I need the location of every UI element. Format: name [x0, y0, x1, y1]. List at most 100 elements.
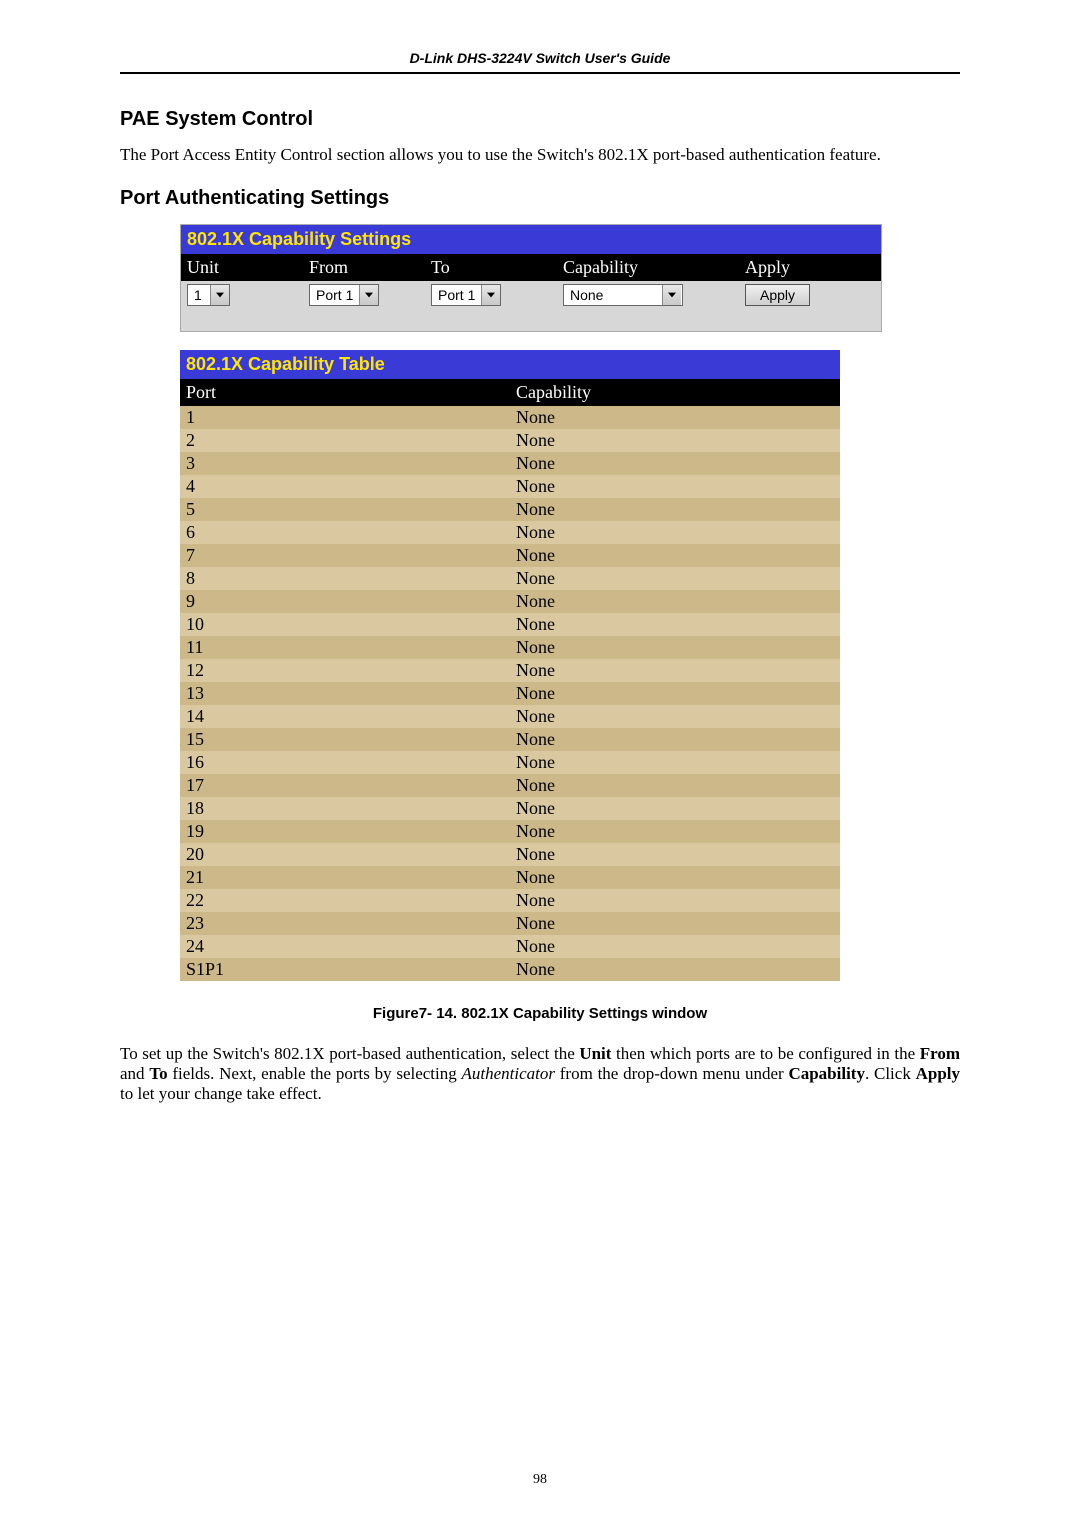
unit-select[interactable]: 1 — [187, 284, 230, 306]
port-cell: 13 — [180, 682, 510, 705]
text-authenticator: Authenticator — [462, 1064, 555, 1083]
table-row: 22None — [180, 889, 840, 912]
settings-controls-row: 1 Port 1 Port — [181, 281, 881, 309]
capability-cell: None — [510, 889, 840, 912]
capability-cell: None — [510, 498, 840, 521]
col-unit: Unit — [181, 254, 303, 281]
port-cell: 4 — [180, 475, 510, 498]
to-port-value: Port 1 — [432, 287, 481, 303]
port-cell: 21 — [180, 866, 510, 889]
instructions-paragraph: To set up the Switch's 802.1X port-based… — [120, 1044, 960, 1104]
table-row: 21None — [180, 866, 840, 889]
capability-cell: None — [510, 820, 840, 843]
port-cell: 12 — [180, 659, 510, 682]
port-auth-heading: Port Authenticating Settings — [120, 187, 960, 210]
capability-cell: None — [510, 912, 840, 935]
table-row: 24None — [180, 935, 840, 958]
figure-caption: Figure7- 14. 802.1X Capability Settings … — [120, 1005, 960, 1022]
capability-settings-panel: 802.1X Capability Settings Unit From To … — [180, 224, 882, 332]
col-apply: Apply — [739, 254, 881, 281]
text: then which ports are to be configured in… — [611, 1044, 919, 1063]
port-cell: 18 — [180, 797, 510, 820]
capability-cell: None — [510, 797, 840, 820]
table-row: 16None — [180, 751, 840, 774]
table-row: 3None — [180, 452, 840, 475]
text: fields. Next, enable the ports by select… — [168, 1064, 462, 1083]
table-row: 11None — [180, 636, 840, 659]
table-row: S1P1None — [180, 958, 840, 981]
capability-cell: None — [510, 521, 840, 544]
chevron-down-icon — [481, 285, 500, 305]
table-row: 14None — [180, 705, 840, 728]
capability-cell: None — [510, 866, 840, 889]
table-row: 7None — [180, 544, 840, 567]
capability-cell: None — [510, 636, 840, 659]
col-capability: Capability — [510, 379, 840, 406]
port-cell: 24 — [180, 935, 510, 958]
port-cell: 19 — [180, 820, 510, 843]
text-apply: Apply — [916, 1064, 960, 1083]
table-row: 23None — [180, 912, 840, 935]
port-cell: 20 — [180, 843, 510, 866]
col-capability: Capability — [557, 254, 739, 281]
capability-cell: None — [510, 843, 840, 866]
table-row: 5None — [180, 498, 840, 521]
text: . Click — [865, 1064, 916, 1083]
table-row: 13None — [180, 682, 840, 705]
chevron-down-icon — [662, 285, 681, 305]
port-cell: 10 — [180, 613, 510, 636]
port-cell: 1 — [180, 406, 510, 429]
capability-table-title: 802.1X Capability Table — [180, 350, 840, 379]
text-from: From — [920, 1044, 960, 1063]
port-cell: 3 — [180, 452, 510, 475]
document-header: D-Link DHS-3224V Switch User's Guide — [120, 50, 960, 66]
chevron-down-icon — [210, 285, 229, 305]
pae-heading: PAE System Control — [120, 108, 960, 131]
capability-cell: None — [510, 935, 840, 958]
capability-table-title-row: 802.1X Capability Table — [180, 350, 840, 379]
port-cell: 16 — [180, 751, 510, 774]
header-rule — [120, 72, 960, 74]
port-cell: 22 — [180, 889, 510, 912]
col-port: Port — [180, 379, 510, 406]
table-row: 15None — [180, 728, 840, 751]
port-cell: S1P1 — [180, 958, 510, 981]
port-cell: 11 — [180, 636, 510, 659]
capability-select[interactable]: None — [563, 284, 683, 306]
port-cell: 5 — [180, 498, 510, 521]
apply-button[interactable]: Apply — [745, 284, 810, 306]
table-row: 1None — [180, 406, 840, 429]
capability-table-header: Port Capability — [180, 379, 840, 406]
capability-select-value: None — [564, 287, 662, 303]
table-row: 8None — [180, 567, 840, 590]
capability-cell: None — [510, 544, 840, 567]
port-cell: 14 — [180, 705, 510, 728]
capability-table-panel: 802.1X Capability Table Port Capability … — [180, 350, 840, 981]
port-cell: 9 — [180, 590, 510, 613]
port-cell: 2 — [180, 429, 510, 452]
port-cell: 6 — [180, 521, 510, 544]
capability-cell: None — [510, 728, 840, 751]
to-port-select[interactable]: Port 1 — [431, 284, 501, 306]
capability-cell: None — [510, 705, 840, 728]
capability-cell: None — [510, 751, 840, 774]
table-row: 9None — [180, 590, 840, 613]
capability-cell: None — [510, 958, 840, 981]
text: and — [120, 1064, 149, 1083]
capability-cell: None — [510, 452, 840, 475]
port-cell: 7 — [180, 544, 510, 567]
table-row: 4None — [180, 475, 840, 498]
capability-cell: None — [510, 429, 840, 452]
page-number: 98 — [0, 1472, 1080, 1488]
capability-cell: None — [510, 774, 840, 797]
text-capability: Capability — [788, 1064, 865, 1083]
text: from the drop-down menu under — [555, 1064, 788, 1083]
capability-cell: None — [510, 567, 840, 590]
text: To set up the Switch's 802.1X port-based… — [120, 1044, 579, 1063]
from-port-select[interactable]: Port 1 — [309, 284, 379, 306]
capability-cell: None — [510, 406, 840, 429]
table-row: 2None — [180, 429, 840, 452]
port-cell: 8 — [180, 567, 510, 590]
table-row: 18None — [180, 797, 840, 820]
unit-select-value: 1 — [188, 287, 210, 303]
